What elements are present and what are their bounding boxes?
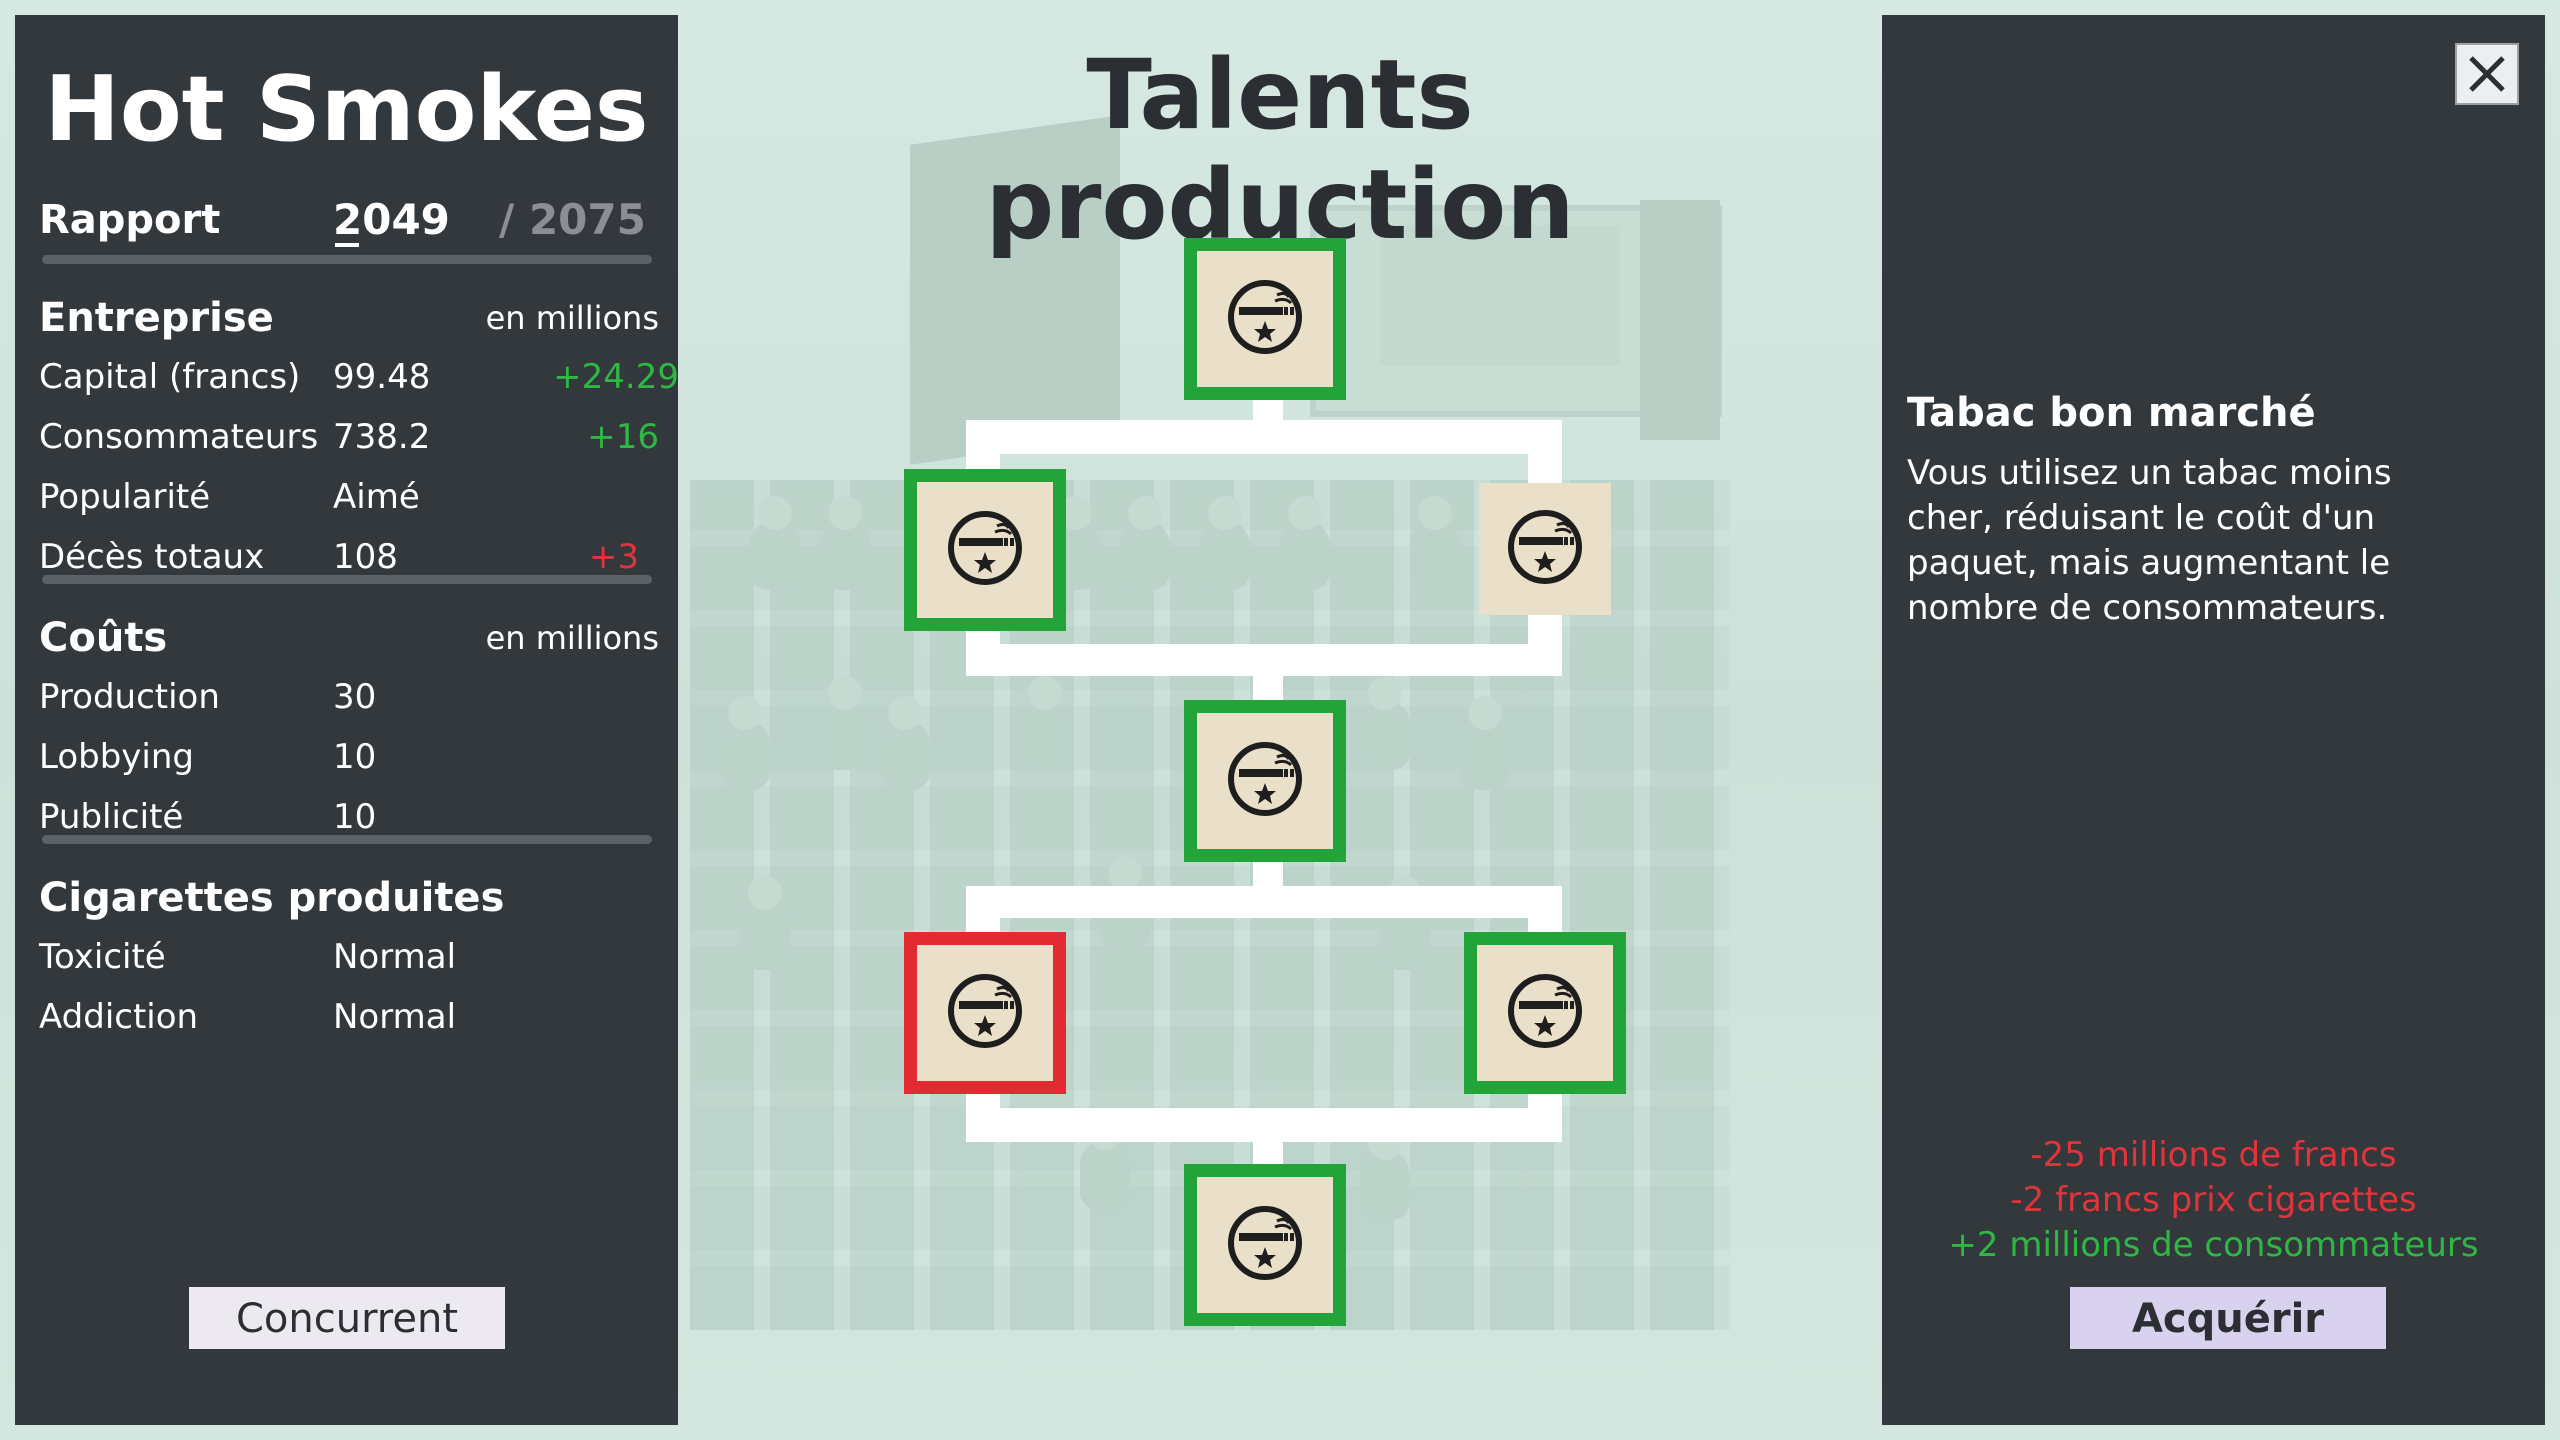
crowd-person bbox=[880, 696, 930, 790]
crowd-person bbox=[1360, 676, 1410, 770]
crowd-person bbox=[1460, 696, 1510, 790]
stat-label: Consommateurs bbox=[39, 417, 319, 457]
cigarette-star-icon bbox=[1505, 971, 1585, 1055]
cigarette-star-icon bbox=[1225, 277, 1305, 361]
competitor-button[interactable]: Concurrent bbox=[189, 1287, 505, 1349]
effect-consumers: +2 millions de consommateurs bbox=[1948, 1225, 2479, 1265]
talent-tree-title: Talents production bbox=[985, 39, 1575, 261]
stat-label: Toxicité bbox=[39, 937, 166, 977]
report-max-year: / 2075 bbox=[499, 195, 646, 244]
section-heading: Coûts bbox=[39, 615, 168, 661]
effect-cost: -25 millions de francs bbox=[2030, 1135, 2397, 1175]
stat-label: Lobbying bbox=[39, 737, 195, 777]
stat-value: 99.48 bbox=[333, 357, 431, 397]
stat-value: 10 bbox=[333, 737, 377, 777]
stat-label: Addiction bbox=[39, 997, 199, 1037]
costs-heading-row: Coûts en millions bbox=[39, 613, 659, 663]
stat-value: Normal bbox=[333, 937, 457, 977]
cigarette-star-icon bbox=[1225, 1203, 1305, 1287]
crowd-person bbox=[1410, 496, 1460, 590]
talent-node[interactable] bbox=[1184, 238, 1346, 400]
stat-value: Aimé bbox=[333, 477, 420, 517]
unit-label: en millions bbox=[485, 299, 659, 337]
talent-node[interactable] bbox=[1184, 1164, 1346, 1326]
stat-value: Normal bbox=[333, 997, 457, 1037]
cigarette-star-icon bbox=[945, 971, 1025, 1055]
talent-description: Vous utilisez un tabac moins cher, rédui… bbox=[1907, 453, 2392, 628]
report-label: Rapport bbox=[39, 197, 221, 243]
stat-delta: +24.29 bbox=[553, 357, 679, 397]
stat-label: Popularité bbox=[39, 477, 211, 517]
tree-connector bbox=[966, 886, 1562, 918]
cigarettes-heading-row: Cigarettes produites bbox=[39, 873, 659, 923]
section-heading: Entreprise bbox=[39, 295, 274, 341]
stat-label: Capital (francs) bbox=[39, 357, 301, 397]
tree-connector bbox=[966, 420, 1562, 454]
cig-row-addiction: Addiction Normal bbox=[39, 992, 659, 1042]
stat-delta: +16 bbox=[587, 417, 659, 457]
stat-row-consumers: Consommateurs 738.2 +16 bbox=[39, 412, 659, 462]
talent-node-locked[interactable] bbox=[904, 932, 1066, 1094]
stat-value: 738.2 bbox=[333, 417, 431, 457]
cigarette-star-icon bbox=[1225, 739, 1305, 823]
crowd-person bbox=[720, 696, 770, 790]
section-divider bbox=[42, 835, 652, 844]
crowd-person bbox=[1200, 496, 1250, 590]
cig-row-toxicity: Toxicité Normal bbox=[39, 932, 659, 982]
talent-node[interactable] bbox=[1184, 700, 1346, 862]
section-divider bbox=[42, 255, 652, 264]
crowd-person bbox=[1020, 676, 1070, 770]
cigarette-star-icon bbox=[945, 508, 1025, 592]
talent-node-selected[interactable] bbox=[1479, 483, 1611, 615]
crowd-person bbox=[740, 876, 790, 970]
company-heading-row: Entreprise en millions bbox=[39, 293, 659, 343]
cost-row-production: Production 30 bbox=[39, 672, 659, 722]
crowd-person bbox=[750, 496, 800, 590]
crowd-person bbox=[820, 496, 870, 590]
section-heading: Cigarettes produites bbox=[39, 875, 505, 921]
cigarette-star-icon bbox=[1505, 507, 1585, 591]
talent-detail-panel: Tabac bon marché Vous utilisez un tabac … bbox=[1882, 15, 2545, 1425]
crowd-person bbox=[1360, 1126, 1410, 1220]
crowd-person bbox=[820, 676, 870, 770]
report-year[interactable]: 2049 bbox=[333, 195, 450, 245]
talent-node[interactable] bbox=[1464, 932, 1626, 1094]
stat-label: Production bbox=[39, 677, 220, 717]
close-button[interactable] bbox=[2455, 43, 2519, 105]
crowd-person bbox=[1080, 1116, 1130, 1210]
stat-row-popularity: Popularité Aimé bbox=[39, 472, 659, 522]
talent-node[interactable] bbox=[904, 469, 1066, 631]
report-year-cursor bbox=[335, 243, 359, 247]
stat-row-capital: Capital (francs) 99.48 +24.29 bbox=[39, 352, 679, 402]
company-stats-panel: Hot Smokes Rapport 2049 / 2075 Entrepris… bbox=[15, 15, 679, 1425]
effect-price: -2 francs prix cigarettes bbox=[2010, 1180, 2417, 1220]
talent-name: Tabac bon marché bbox=[1907, 390, 2316, 436]
acquire-button[interactable]: Acquérir bbox=[2070, 1287, 2386, 1349]
cost-row-lobbying: Lobbying 10 bbox=[39, 732, 659, 782]
crowd-person bbox=[1280, 496, 1330, 590]
stat-value: 30 bbox=[333, 677, 377, 717]
company-title: Hot Smokes bbox=[44, 57, 649, 162]
talent-effects: -25 millions de francs -2 francs prix ci… bbox=[1882, 1133, 2545, 1268]
section-divider bbox=[42, 575, 652, 584]
crowd-person bbox=[1120, 496, 1170, 590]
unit-label: en millions bbox=[485, 619, 659, 657]
report-row: Rapport 2049 / 2075 bbox=[39, 195, 659, 247]
